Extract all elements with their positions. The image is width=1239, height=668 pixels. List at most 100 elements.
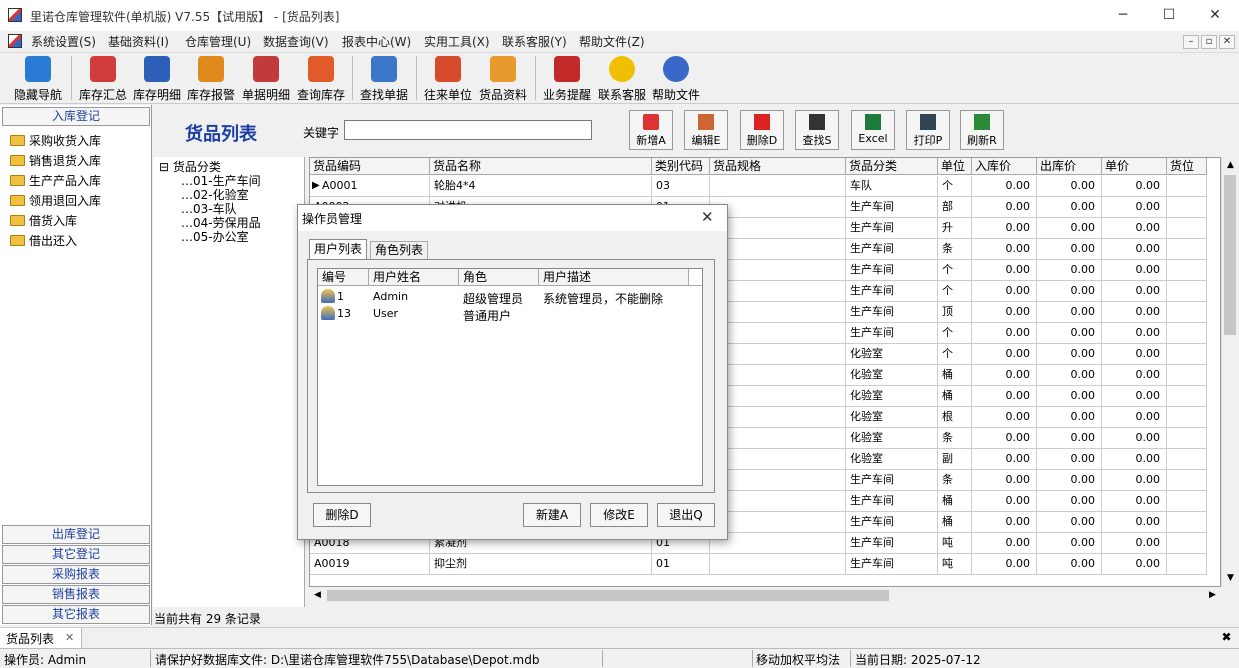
table-row[interactable]: A0019 抑尘剂 01 生产车间吨 0.00 0.00 0.00 [310, 554, 1220, 575]
nav-item-borrow-in[interactable]: 借货入库 [10, 211, 77, 231]
close-all-tabs-icon[interactable]: ✖ [1219, 630, 1234, 645]
table-cell: 0.00 [972, 197, 1037, 218]
nav-item-purchase-receipt[interactable]: 采购收货入库 [10, 131, 101, 151]
menu-tools[interactable]: 实用工具(X) [424, 33, 490, 50]
grid-col-header[interactable]: 入库价 [972, 158, 1037, 175]
table-cell: 桶 [938, 386, 972, 407]
grid-col-header[interactable]: 单价 [1102, 158, 1167, 175]
user-col-role[interactable]: 角色 [459, 269, 539, 285]
grid-col-header[interactable]: 货品分类 [846, 158, 938, 175]
scroll-up-icon[interactable]: ▲ [1222, 157, 1239, 174]
search-button[interactable]: 查找S [795, 110, 839, 150]
menu-reports[interactable]: 报表中心(W) [342, 33, 411, 50]
menu-data-query[interactable]: 数据查询(V) [263, 33, 329, 50]
contact-support-button[interactable]: 联系客服 [595, 56, 649, 102]
table-cell: 吨 [938, 533, 972, 554]
mdi-close-button[interactable]: ✕ [1219, 35, 1235, 49]
excel-button[interactable]: Excel [851, 110, 895, 150]
nav-item-usage-return[interactable]: 领用退回入库 [10, 191, 101, 211]
tab-user-list[interactable]: 用户列表 [309, 239, 367, 259]
user-col-id[interactable]: 编号 [318, 269, 369, 285]
tab-role-list[interactable]: 角色列表 [370, 241, 428, 259]
query-inventory-button[interactable]: 查询库存 [294, 56, 348, 102]
nav-header-stock-out[interactable]: 出库登记 [2, 525, 150, 544]
grid-col-header[interactable]: 货品规格 [710, 158, 846, 175]
print-button[interactable]: 打印P [906, 110, 950, 150]
dialog-new-button[interactable]: 新建A [523, 503, 581, 527]
user-col-name[interactable]: 用户姓名 [369, 269, 459, 285]
inventory-summary-button[interactable]: 库存汇总 [76, 56, 130, 102]
goods-data-button[interactable]: 货品资料 [476, 56, 530, 102]
tab-goods-list[interactable]: 货品列表 ✕ [0, 628, 82, 648]
collapse-icon[interactable]: ⊟ [159, 160, 173, 174]
table-cell [710, 407, 846, 428]
vertical-scrollbar[interactable]: ▲ ▼ [1221, 157, 1238, 587]
partners-button[interactable]: 往来单位 [421, 56, 475, 102]
user-col-desc[interactable]: 用户描述 [539, 269, 689, 285]
vertical-scroll-thumb[interactable] [1224, 175, 1236, 335]
scroll-right-icon[interactable]: ▶ [1204, 587, 1221, 604]
grid-col-header[interactable]: 出库价 [1037, 158, 1102, 175]
nav-header-purchase-report[interactable]: 采购报表 [2, 565, 150, 584]
user-row[interactable]: 1 Admin 超级管理员 系统管理员，不能删除 [318, 288, 702, 306]
delete-button[interactable]: 删除D [740, 110, 784, 150]
horizontal-scrollbar[interactable]: ◀ ▶ [309, 587, 1221, 604]
grid-col-header[interactable]: 单位 [938, 158, 972, 175]
inventory-alarm-button[interactable]: 库存报警 [184, 56, 238, 102]
mdi-restore-button[interactable]: ▫ [1201, 35, 1217, 49]
close-tab-icon[interactable]: ✕ [65, 631, 74, 644]
horizontal-scroll-thumb[interactable] [327, 590, 889, 601]
table-cell [710, 512, 846, 533]
dialog-delete-button[interactable]: 删除D [313, 503, 371, 527]
nav-item-lend-return[interactable]: 借出还入 [10, 231, 77, 251]
menu-basic-data[interactable]: 基础资料(I) [108, 33, 169, 50]
tree-node-office[interactable]: …05-办公室 [181, 228, 249, 245]
scroll-left-icon[interactable]: ◀ [309, 587, 326, 604]
table-cell [1167, 302, 1207, 323]
nav-header-other-register[interactable]: 其它登记 [2, 545, 150, 564]
nav-item-production-in[interactable]: 生产产品入库 [10, 171, 101, 191]
refresh-button[interactable]: 刷新R [960, 110, 1004, 150]
close-window-button[interactable]: ✕ [1192, 0, 1238, 31]
hide-nav-button[interactable]: 隐藏导航 [10, 56, 66, 102]
user-group-icon [321, 306, 335, 320]
table-cell: 0.00 [972, 365, 1037, 386]
menu-help[interactable]: 帮助文件(Z) [579, 33, 645, 50]
help-file-button[interactable]: 帮助文件 [649, 56, 703, 102]
table-cell [1167, 218, 1207, 239]
user-row[interactable]: 13 User 普通用户 [318, 305, 702, 323]
maximize-button[interactable]: ☐ [1146, 0, 1192, 31]
minimize-button[interactable]: ─ [1100, 0, 1146, 31]
add-button[interactable]: 新增A [629, 110, 673, 150]
grid-col-header[interactable]: 货品编码 [310, 158, 430, 175]
menu-warehouse[interactable]: 仓库管理(U) [185, 33, 251, 50]
table-cell: 0.00 [1037, 407, 1102, 428]
edit-button[interactable]: 编辑E [684, 110, 728, 150]
table-cell: 0.00 [1037, 554, 1102, 575]
nav-header-other-report[interactable]: 其它报表 [2, 605, 150, 624]
find-document-button[interactable]: 查找单据 [357, 56, 411, 102]
inventory-detail-button[interactable]: 库存明细 [130, 56, 184, 102]
nav-item-sales-return[interactable]: 销售退货入库 [10, 151, 101, 171]
scroll-down-icon[interactable]: ▼ [1222, 570, 1239, 587]
table-cell [710, 260, 846, 281]
table-row[interactable]: A0001 轮胎4*4 03 车队个 0.00 0.00 0.00 ▶ [310, 176, 1220, 197]
dialog-exit-button[interactable]: 退出Q [657, 503, 715, 527]
keyword-input[interactable] [344, 120, 592, 140]
dialog-close-icon[interactable]: ✕ [701, 208, 714, 226]
toolbar-separator [535, 56, 536, 100]
category-tree: ⊟ 货品分类 …01-生产车间 …02-化验室 …03-车队 …04-劳保用品 … [153, 157, 305, 607]
table-cell: 生产车间 [846, 323, 938, 344]
grid-col-header[interactable]: 货位 [1167, 158, 1207, 175]
grid-col-header[interactable]: 货品名称 [430, 158, 652, 175]
nav-header-stock-in[interactable]: 入库登记 [2, 107, 150, 126]
title-bar: 里诺仓库管理软件(单机版) V7.55【试用版】 - [货品列表] ─ ☐ ✕ [0, 0, 1239, 31]
document-detail-button[interactable]: 单据明细 [239, 56, 293, 102]
menu-system-settings[interactable]: 系统设置(S) [31, 33, 96, 50]
grid-col-header[interactable]: 类别代码 [652, 158, 710, 175]
dialog-modify-button[interactable]: 修改E [590, 503, 648, 527]
mdi-minimize-button[interactable]: – [1183, 35, 1199, 49]
menu-contact[interactable]: 联系客服(Y) [502, 33, 567, 50]
nav-header-sales-report[interactable]: 销售报表 [2, 585, 150, 604]
business-reminder-button[interactable]: 业务提醒 [540, 56, 594, 102]
